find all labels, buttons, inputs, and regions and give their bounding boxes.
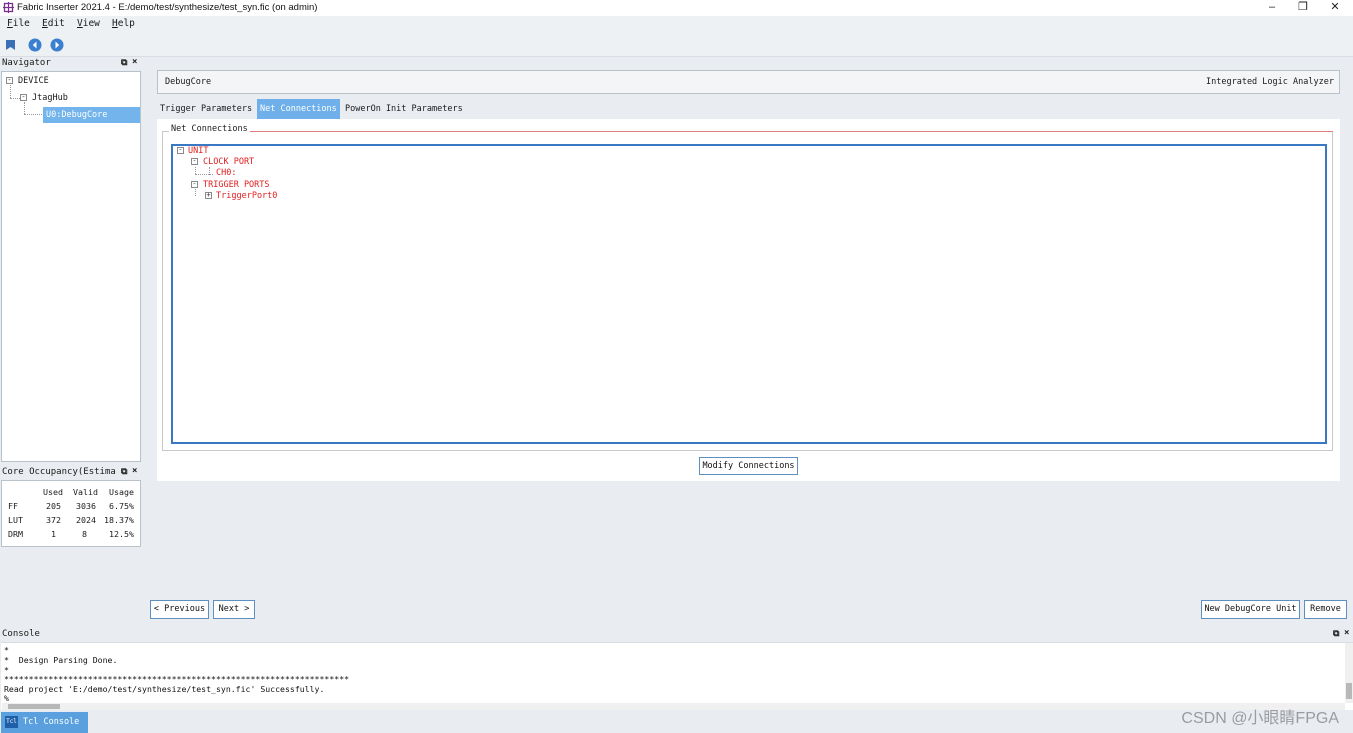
group-divider [171,131,1333,132]
modify-connections-button[interactable]: Modify Connections [699,457,798,475]
tab-trigger-parameters[interactable]: Trigger Parameters [157,99,256,119]
menu-file[interactable]: File [7,18,30,29]
tree-connector [10,98,20,99]
watermark: CSDN @小眼睛FPGA [1181,710,1339,727]
new-debugcore-unit-button[interactable]: New DebugCore Unit [1201,600,1300,619]
net-connections-group-title: Net Connections [169,124,250,134]
navigator-close-icon[interactable]: × [132,57,137,67]
console-float-icon[interactable]: ⧉ [1333,629,1339,639]
tab-poweron-init-parameters[interactable]: PowerOn Init Parameters [342,99,466,119]
console-title: Console [2,629,40,639]
tcl-console-label: Tcl Console [23,717,80,727]
occupancy-cell: 372 [46,515,61,525]
core-header [157,70,1340,94]
occupancy-close-icon[interactable]: × [132,466,137,476]
console-horizontal-scrollbar[interactable] [2,703,1345,710]
occupancy-cell: 2024 [76,515,96,525]
console-line: * [4,645,9,655]
console-line: Read project 'E:/demo/test/synthesize/te… [4,684,325,694]
menu-file-label: ile [12,18,30,29]
minimize-button[interactable]: – [1257,0,1287,16]
remove-button[interactable]: Remove [1304,600,1347,619]
occupancy-cell: 3036 [76,501,96,511]
tree-connector [10,85,11,98]
console-close-icon[interactable]: × [1344,628,1349,638]
net-tree-unit[interactable]: UNIT [188,146,208,156]
occupancy-cell: 1 [51,529,56,539]
forward-icon[interactable] [50,38,64,52]
window-title: Fabric Inserter 2021.4 - E:/demo/test/sy… [17,2,318,13]
app-icon [3,2,14,13]
tree-item-debugcore[interactable]: U0:DebugCore [43,107,140,123]
console-line: % [4,693,9,703]
occupancy-row-label: FF [8,501,18,511]
tree-connector [195,174,213,175]
navigator-title: Navigator [2,58,51,68]
core-type: Integrated Logic Analyzer [1206,77,1334,87]
expand-toggle-device[interactable]: - [6,77,13,84]
net-tree-trigger-ports[interactable]: TRIGGER PORTS [203,180,270,190]
console-vscroll-thumb[interactable] [1346,683,1352,699]
tree-connector [195,167,196,174]
menu-view[interactable]: View [77,18,100,29]
tree-connector [24,102,25,114]
expand-toggle-trigger-ports[interactable]: - [191,181,198,188]
tcl-console-icon: Tcl [5,716,18,728]
occupancy-header-valid: Valid [73,487,98,497]
net-tree-triggerport0[interactable]: TriggerPort0 [216,191,277,201]
console-hscroll-thumb[interactable] [8,704,60,709]
core-name: DebugCore [165,77,212,87]
occupancy-row-label: LUT [8,515,23,525]
tab-net-connections[interactable]: Net Connections [257,99,340,119]
menu-help-label: elp [117,18,135,29]
restore-button[interactable]: ❐ [1288,0,1318,16]
console-line: ****************************************… [4,674,350,684]
tree-item-device[interactable]: DEVICE [18,76,49,86]
menu-edit-label: dit [47,18,65,29]
menu-help[interactable]: Help [112,18,135,29]
menu-bar [0,16,1353,33]
occupancy-cell: 8 [82,529,87,539]
menu-view-label: iew [82,18,100,29]
occupancy-row-label: DRM [8,529,23,539]
navigator-float-icon[interactable]: ⧉ [121,58,127,68]
expand-toggle-unit[interactable]: - [177,147,184,154]
expand-toggle-triggerport0[interactable]: + [205,192,212,199]
expand-toggle-jtaghub[interactable]: - [20,94,27,101]
net-tree-clock-port[interactable]: CLOCK PORT [203,157,254,167]
net-tree-ch0[interactable]: CH0: [216,168,236,178]
occupancy-cell: 205 [46,501,61,511]
net-connections-tree[interactable] [171,144,1327,444]
tree-item-jtaghub[interactable]: JtagHub [32,93,68,103]
back-icon[interactable] [28,38,42,52]
toolbar [0,33,1353,57]
tab-tcl-console[interactable]: Tcl Tcl Console [1,712,88,733]
previous-button[interactable]: < Previous [150,600,209,619]
occupancy-cell: 12.5% [109,529,134,539]
close-button[interactable]: ✕ [1320,0,1350,16]
console-tab-bar [0,711,1353,733]
menu-edit[interactable]: Edit [42,18,65,29]
navigator-tree [1,71,141,462]
occupancy-header-used: Used [43,487,63,497]
console-line: * Design Parsing Done. [4,655,118,665]
next-button[interactable]: Next > [213,600,255,619]
occupancy-title: Core Occupancy(Estima [2,467,116,477]
occupancy-header-usage: Usage [109,487,134,497]
occupancy-cell: 18.37% [104,515,134,525]
occupancy-float-icon[interactable]: ⧉ [121,467,127,477]
save-icon[interactable] [5,39,16,51]
expand-toggle-clock-port[interactable]: - [191,158,198,165]
tree-connector [24,114,42,115]
tree-connector [195,189,196,196]
occupancy-cell: 6.75% [109,501,134,511]
tree-connector [209,167,210,175]
